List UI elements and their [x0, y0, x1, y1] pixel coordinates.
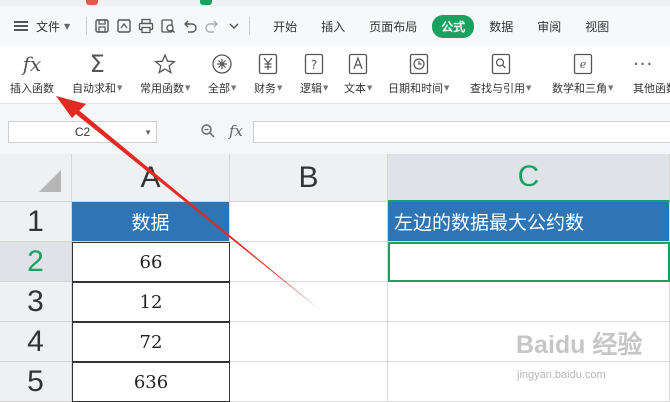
baidu-watermark: Baidu 经验 jingyan.baidu.com [516, 325, 666, 395]
name-box-value: C2 [74, 125, 91, 139]
all-functions-icon [211, 50, 233, 78]
cell-b4[interactable] [230, 322, 388, 362]
math-trig-button[interactable]: e 数学和三角 ▼ [552, 50, 613, 100]
question-icon: ? [304, 50, 324, 78]
autosum-label: 自动求和 [72, 82, 116, 95]
export-icon[interactable] [113, 15, 135, 37]
watermark-brand: Baidu 经验 [516, 331, 643, 359]
financial-label: 财务 [254, 82, 276, 95]
common-functions-button[interactable]: 常用函数 ▼ [140, 50, 190, 100]
tab-home[interactable]: 开始 [264, 15, 306, 38]
row-header-4[interactable]: 4 [0, 322, 72, 362]
math-trig-label: 数学和三角 [552, 82, 607, 95]
date-time-button[interactable]: 日期和时间 ▼ [388, 50, 449, 100]
text-functions-button[interactable]: 文本 ▼ [344, 50, 372, 100]
column-header-b[interactable]: B [230, 154, 388, 202]
cell-c2-active[interactable] [388, 242, 670, 282]
name-box[interactable]: C2 ▼ [8, 121, 157, 143]
undo-icon[interactable] [179, 15, 201, 37]
print-preview-icon[interactable] [157, 15, 179, 37]
divider [86, 17, 88, 35]
tab-indicator-red [86, 0, 98, 5]
tab-insert[interactable]: 插入 [312, 15, 354, 38]
cell-b3[interactable] [230, 282, 388, 322]
tab-indicator-green [200, 0, 212, 5]
watermark-url: jingyan.baidu.com [517, 369, 606, 381]
tab-view[interactable]: 视图 [576, 15, 618, 38]
row-header-1[interactable]: 1 [0, 202, 72, 242]
insert-function-button[interactable]: fx 插入函数 [10, 50, 54, 100]
cell-a3[interactable]: 12 [72, 282, 230, 322]
row-header-3[interactable]: 3 [0, 282, 72, 322]
all-functions-button[interactable]: 全部 ▼ [208, 50, 236, 100]
cell-a1[interactable]: 数据 [72, 202, 230, 242]
redo-icon[interactable] [201, 15, 223, 37]
logical-label: 逻辑 [300, 82, 322, 95]
cell-b5[interactable] [230, 362, 388, 402]
save-icon[interactable] [91, 15, 113, 37]
cell-b2[interactable] [230, 242, 388, 282]
cell-b1[interactable] [230, 202, 388, 242]
cell-a5[interactable]: 636 [72, 362, 230, 402]
more-functions-label: 其他函数 [633, 82, 670, 95]
fx-icon[interactable]: fx [229, 122, 243, 140]
sigma-icon: Σ [89, 50, 105, 78]
divider [249, 17, 251, 35]
menu-bar: 文件 ▼ 开始 插入 页面布局 公式 数据 审阅 视图 [0, 6, 670, 46]
column-header-a[interactable]: A [72, 154, 230, 202]
math-icon: e [573, 50, 593, 78]
tab-data[interactable]: 数据 [480, 15, 522, 38]
cell-c3[interactable] [388, 282, 670, 322]
more-functions-button[interactable]: ··· 其他函数 [633, 50, 670, 100]
search-doc-icon [491, 50, 511, 78]
logical-button[interactable]: ? 逻辑 ▼ [300, 50, 328, 100]
tab-formulas[interactable]: 公式 [432, 14, 475, 38]
file-menu[interactable]: 文件 ▼ [36, 18, 70, 35]
cell-a4[interactable]: 72 [72, 322, 230, 362]
lookup-reference-button[interactable]: 查找与引用 ▼ [470, 50, 531, 100]
all-functions-label: 全部 [208, 82, 230, 95]
cell-a2[interactable]: 66 [72, 242, 230, 282]
svg-text:?: ? [311, 58, 317, 72]
date-time-label: 日期和时间 [388, 82, 443, 95]
row-header-2[interactable]: 2 [0, 242, 72, 282]
cell-c1[interactable]: 左边的数据最大公约数 [388, 202, 670, 242]
quick-access-toolbar [82, 15, 254, 37]
clock-icon [409, 50, 429, 78]
chevron-down-icon: ▼ [64, 21, 71, 31]
star-icon [154, 50, 177, 78]
formula-input[interactable] [253, 121, 670, 143]
column-header-c[interactable]: C [388, 154, 670, 202]
text-icon [348, 50, 368, 78]
file-menu-label: 文件 [36, 19, 61, 34]
hamburger-menu-icon[interactable] [14, 21, 28, 31]
formulas-ribbon: fx 插入函数 Σ 自动求和 ▼ 常用函数 ▼ 全部 ▼ 财务 ▼ ? 逻辑 ▼ 文本 ▼ [0, 46, 670, 104]
select-all-corner[interactable] [0, 154, 72, 202]
fx-icon: fx [22, 52, 42, 76]
financial-button[interactable]: 财务 ▼ [254, 50, 282, 100]
customize-toolbar-icon[interactable] [223, 15, 245, 37]
lookup-reference-label: 查找与引用 [470, 82, 525, 95]
more-icon: ··· [633, 53, 654, 75]
print-icon[interactable] [135, 15, 157, 37]
autosum-button[interactable]: Σ 自动求和 ▼ [72, 50, 122, 100]
text-functions-label: 文本 [344, 82, 366, 95]
insert-function-label: 插入函数 [10, 82, 54, 95]
zoom-search-icon[interactable] [200, 123, 216, 143]
ribbon-tabs: 开始 插入 页面布局 公式 数据 审阅 视图 [264, 14, 624, 38]
chevron-down-icon[interactable]: ▼ [144, 128, 152, 137]
tab-review[interactable]: 审阅 [528, 15, 570, 38]
common-functions-label: 常用函数 [140, 82, 184, 95]
tab-page-layout[interactable]: 页面布局 [360, 15, 426, 38]
yen-icon [258, 50, 278, 78]
formula-bar: C2 ▼ fx [0, 104, 670, 154]
svg-text:e: e [579, 58, 586, 71]
row-header-5[interactable]: 5 [0, 362, 72, 402]
